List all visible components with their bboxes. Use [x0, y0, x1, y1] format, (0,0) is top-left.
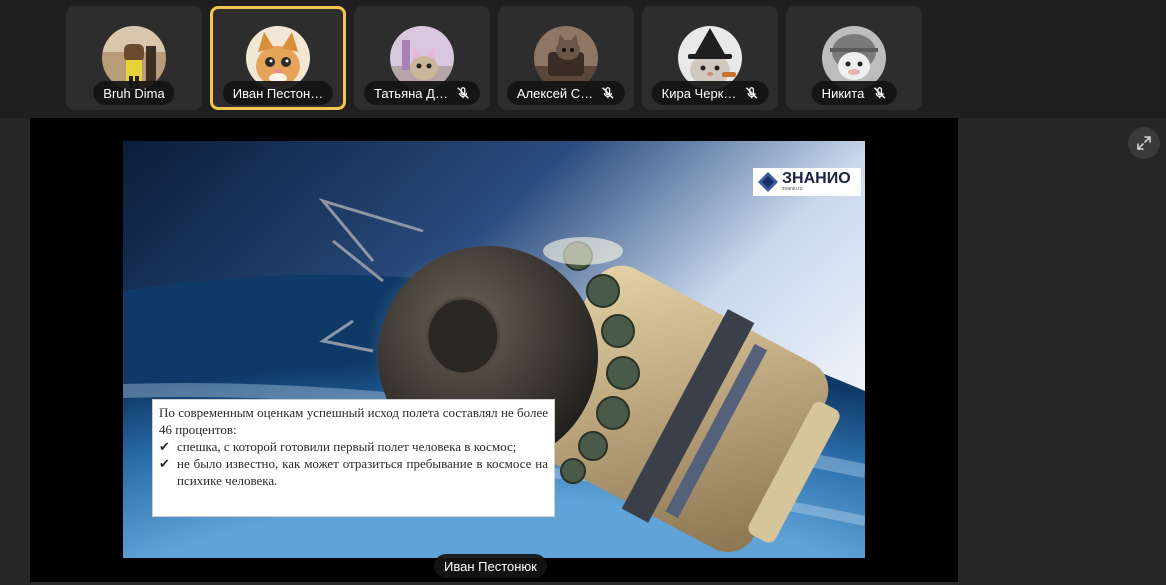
- participant-tile[interactable]: Татьяна Д…: [354, 6, 490, 110]
- participant-nameplate: Татьяна Д…: [364, 81, 480, 105]
- checkmark-icon: ✔: [159, 439, 170, 454]
- mic-off-icon: [873, 87, 886, 99]
- participant-tile[interactable]: Кира Черк…: [642, 6, 778, 110]
- caption-bullet: ✔ не было известно, как может отразиться…: [159, 455, 548, 489]
- participant-tile[interactable]: Bruh Dima: [66, 6, 202, 110]
- stage-left-margin: [0, 118, 30, 585]
- participant-name: Кира Черк…: [661, 85, 737, 101]
- participant-name: Алексей С…: [516, 85, 594, 101]
- participant-nameplate: Иван Пестон…: [222, 81, 334, 105]
- participant-nameplate: Никита: [811, 81, 897, 105]
- caption-bullet-text: не было известно, как может отразиться п…: [177, 456, 548, 488]
- logo-sub: znanio.ru: [782, 186, 803, 192]
- participant-name: Иван Пестон…: [232, 85, 324, 101]
- presenter-name-label: Иван Пестонюк: [434, 554, 547, 578]
- participant-nameplate: Алексей С…: [506, 81, 626, 105]
- stage-right-margin: [958, 118, 1166, 585]
- participant-nameplate: Кира Черк…: [651, 81, 769, 105]
- checkmark-icon: ✔: [159, 456, 170, 471]
- participants-strip: Bruh Dima Иван Пестон… Татьяна Д… Алексе…: [0, 0, 1166, 118]
- logo-brand: ЗНАНИО: [782, 170, 851, 187]
- mic-off-icon: [457, 87, 469, 99]
- participant-tile[interactable]: Никита: [786, 6, 922, 110]
- caption-bullet-text: спешка, с которой готовили первый полет …: [177, 439, 517, 454]
- participant-name: Татьяна Д…: [374, 85, 448, 101]
- caption-bullet: ✔ спешка, с которой готовили первый поле…: [159, 438, 548, 455]
- mic-off-icon: [602, 87, 614, 99]
- expand-button[interactable]: [1128, 127, 1160, 159]
- expand-icon: [1137, 136, 1151, 150]
- participant-name: Никита: [821, 85, 865, 101]
- caption-lead: По современным оценкам успешный исход по…: [159, 405, 548, 437]
- participant-tile[interactable]: Алексей С…: [498, 6, 634, 110]
- participant-nameplate: Bruh Dima: [93, 81, 175, 105]
- mic-off-icon: [745, 87, 758, 99]
- znanio-logo: ЗНАНИО znanio.ru: [753, 168, 861, 196]
- presenter-name: Иван Пестонюк: [444, 558, 537, 574]
- participant-name: Bruh Dima: [103, 85, 165, 101]
- diamond-logo-icon: [758, 172, 778, 192]
- participant-tile-active[interactable]: Иван Пестон…: [210, 6, 346, 110]
- slide-caption: По современным оценкам успешный исход по…: [152, 399, 555, 517]
